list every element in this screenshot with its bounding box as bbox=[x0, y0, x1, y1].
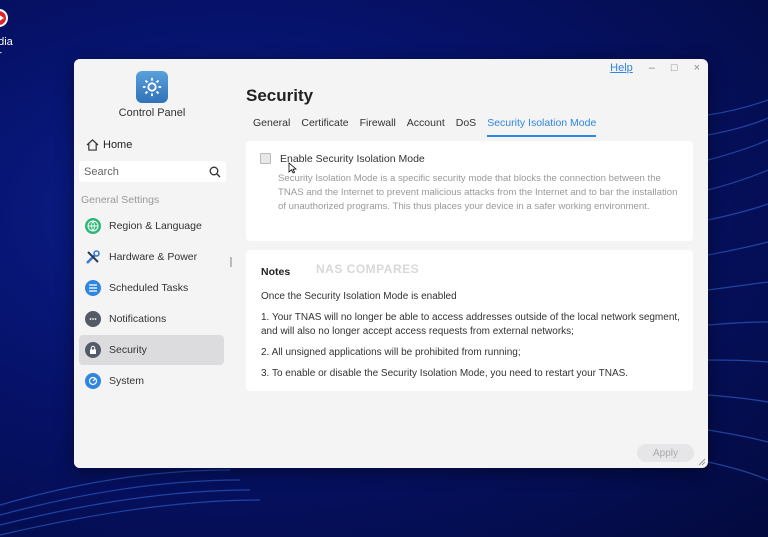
sidebar-item-region-language[interactable]: Region & Language bbox=[79, 211, 224, 241]
sidebar-item-hardware-power[interactable]: Hardware & Power bbox=[79, 242, 224, 272]
enable-isolation-checkbox[interactable] bbox=[260, 153, 271, 164]
notes-item: 3. To enable or disable the Security Iso… bbox=[261, 368, 629, 379]
page-title: Security bbox=[246, 86, 314, 105]
desktop-icon-label: edia er bbox=[0, 36, 13, 61]
isolation-description: Security Isolation Mode is a specific se… bbox=[278, 173, 678, 212]
sidebar-item-label: Notifications bbox=[109, 313, 167, 325]
sidebar-item-system[interactable]: System bbox=[79, 366, 224, 396]
tab-security-isolation-mode[interactable]: Security Isolation Mode bbox=[487, 117, 597, 137]
sidebar-item-label: Region & Language bbox=[109, 220, 202, 232]
tools-icon bbox=[85, 249, 101, 265]
sidebar-item-label: Security bbox=[109, 344, 147, 356]
close-button[interactable]: × bbox=[694, 62, 700, 74]
notes-card: Notes NAS COMPARES Once the Security Iso… bbox=[246, 250, 693, 391]
sidebar-item-label: Hardware & Power bbox=[109, 251, 198, 263]
notes-item: 2. All unsigned applications will be pro… bbox=[261, 347, 521, 358]
notes-item: 1. Your TNAS will no longer be able to a… bbox=[261, 312, 680, 337]
sidebar: Control Panel Home General Settings Regi… bbox=[74, 59, 234, 468]
globe-icon bbox=[85, 218, 101, 234]
tasks-icon bbox=[85, 280, 101, 296]
notes-title: Notes bbox=[261, 266, 291, 278]
watermark: NAS COMPARES bbox=[316, 262, 420, 276]
main-content: Help – □ × Security General Certificate … bbox=[234, 59, 708, 468]
tab-dos[interactable]: DoS bbox=[456, 117, 476, 137]
tab-account[interactable]: Account bbox=[407, 117, 445, 137]
notes-intro: Once the Security Isolation Mode is enab… bbox=[261, 291, 457, 302]
window-controls: Help – □ × bbox=[610, 62, 700, 74]
lock-icon bbox=[85, 342, 101, 358]
help-link[interactable]: Help bbox=[610, 62, 633, 74]
maximize-button[interactable]: □ bbox=[671, 62, 678, 74]
minimize-button[interactable]: – bbox=[649, 62, 655, 74]
tab-firewall[interactable]: Firewall bbox=[360, 117, 396, 137]
panel-splitter-handle[interactable] bbox=[230, 257, 232, 267]
sidebar-item-label: System bbox=[109, 375, 145, 387]
enable-isolation-label[interactable]: Enable Security Isolation Mode bbox=[280, 153, 425, 165]
resize-grip-icon[interactable] bbox=[698, 458, 706, 466]
isolation-mode-card: Enable Security Isolation Mode Security … bbox=[246, 141, 693, 241]
tab-certificate[interactable]: Certificate bbox=[301, 117, 348, 137]
sidebar-item-notifications[interactable]: Notifications bbox=[79, 304, 224, 334]
control-panel-window: Control Panel Home General Settings Regi… bbox=[74, 59, 708, 468]
sidebar-item-label: Scheduled Tasks bbox=[109, 282, 189, 294]
home-link[interactable]: Home bbox=[86, 139, 132, 151]
tab-general[interactable]: General bbox=[253, 117, 290, 137]
search-box bbox=[79, 161, 226, 182]
search-input[interactable] bbox=[84, 165, 194, 178]
section-label-general-settings: General Settings bbox=[81, 194, 160, 206]
chat-icon bbox=[85, 311, 101, 327]
search-icon[interactable] bbox=[209, 166, 221, 178]
sidebar-item-scheduled-tasks[interactable]: Scheduled Tasks bbox=[79, 273, 224, 303]
home-label: Home bbox=[103, 139, 133, 151]
tab-bar: General Certificate Firewall Account DoS… bbox=[253, 117, 597, 137]
home-icon bbox=[86, 139, 99, 151]
apply-button[interactable]: Apply bbox=[637, 444, 694, 462]
sidebar-item-security[interactable]: Security bbox=[79, 335, 224, 365]
app-title: Control Panel bbox=[118, 107, 186, 119]
notes-body: Once the Security Isolation Mode is enab… bbox=[261, 290, 681, 388]
gauge-icon bbox=[85, 373, 101, 389]
gear-icon bbox=[136, 71, 168, 103]
